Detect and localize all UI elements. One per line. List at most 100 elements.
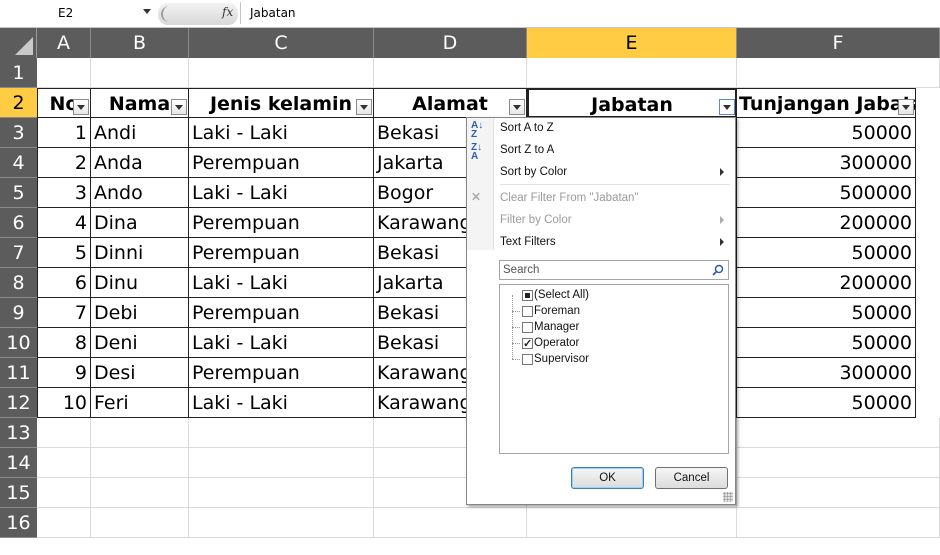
formula-handle-icon[interactable] [161, 6, 171, 22]
checkbox-icon[interactable] [522, 354, 533, 365]
filter-option-supervisor[interactable]: Supervisor [522, 351, 589, 367]
cell-tunj[interactable]: 300000 [737, 148, 916, 178]
checkbox-partial-icon[interactable] [522, 290, 533, 301]
cell-nama[interactable]: Dinu [91, 268, 189, 298]
empty-cell[interactable] [737, 418, 940, 448]
row-header[interactable]: 16 [0, 508, 37, 538]
row-header[interactable]: 1 [0, 58, 37, 88]
row-header[interactable]: 4 [0, 148, 37, 178]
empty-cell[interactable] [37, 58, 91, 88]
cell-nama[interactable]: Anda [91, 148, 189, 178]
cell-jenis[interactable]: Perempuan [189, 208, 374, 238]
row-header[interactable]: 15 [0, 478, 37, 508]
row-header[interactable]: 12 [0, 388, 37, 418]
cell-nama[interactable]: Debi [91, 298, 189, 328]
header-cell-jabatan[interactable]: Jabatan [527, 88, 737, 118]
filter-option-operator[interactable]: Operator [522, 335, 579, 352]
cell-tunj[interactable]: 50000 [737, 118, 916, 148]
filter-dropdown-nama-icon[interactable] [171, 99, 187, 115]
cell-no[interactable]: 10 [37, 388, 91, 418]
empty-cell[interactable] [374, 58, 527, 88]
cell-tunj[interactable]: 500000 [737, 178, 916, 208]
menu-sort-a-z[interactable]: Sort A to Z [500, 119, 730, 137]
cell-nama[interactable]: Ando [91, 178, 189, 208]
cell-jenis[interactable]: Laki - Laki [189, 328, 374, 358]
row-header[interactable]: 2 [0, 88, 37, 118]
name-box-dropdown-icon[interactable] [143, 9, 151, 14]
filter-dropdown-alamat-icon[interactable] [509, 99, 525, 115]
formula-input[interactable]: Jabatan [240, 2, 940, 24]
empty-cell[interactable] [189, 508, 374, 538]
cell-no[interactable]: 2 [37, 148, 91, 178]
cell-no[interactable]: 9 [37, 358, 91, 388]
menu-sort-z-a[interactable]: Sort Z to A [500, 141, 730, 159]
empty-cell[interactable] [91, 418, 189, 448]
row-header[interactable]: 14 [0, 448, 37, 478]
empty-cell[interactable] [189, 58, 374, 88]
cell-tunj[interactable]: 50000 [737, 238, 916, 268]
row-header[interactable]: 9 [0, 298, 37, 328]
resize-grip-icon[interactable] [723, 492, 733, 502]
column-header-c[interactable]: C [189, 28, 374, 58]
cell-jenis[interactable]: Perempuan [189, 298, 374, 328]
cell-nama[interactable]: Andi [91, 118, 189, 148]
menu-text-filters[interactable]: Text Filters [500, 233, 730, 251]
row-header[interactable]: 3 [0, 118, 37, 148]
row-header[interactable]: 7 [0, 238, 37, 268]
empty-cell[interactable] [737, 508, 940, 538]
cancel-button[interactable]: Cancel [655, 467, 728, 489]
cell-jenis[interactable]: Perempuan [189, 358, 374, 388]
empty-cell[interactable] [737, 478, 940, 508]
cell-tunj[interactable]: 50000 [737, 328, 916, 358]
cell-nama[interactable]: Deni [91, 328, 189, 358]
cell-jenis[interactable]: Laki - Laki [189, 388, 374, 418]
empty-cell[interactable] [737, 58, 940, 88]
cell-jenis[interactable]: Laki - Laki [189, 268, 374, 298]
header-cell-alamat[interactable]: Alamat [374, 88, 527, 118]
cell-tunj[interactable]: 200000 [737, 268, 916, 298]
checkbox-checked-icon[interactable] [522, 336, 533, 352]
empty-cell[interactable] [737, 448, 940, 478]
cell-nama[interactable]: Dinni [91, 238, 189, 268]
cell-tunj[interactable]: 50000 [737, 298, 916, 328]
column-header-b[interactable]: B [91, 28, 189, 58]
ok-button[interactable]: OK [571, 467, 644, 489]
empty-cell[interactable] [37, 508, 91, 538]
column-header-e[interactable]: E [527, 28, 737, 58]
row-header[interactable]: 8 [0, 268, 37, 298]
column-header-f[interactable]: F [737, 28, 940, 58]
row-header[interactable]: 13 [0, 418, 37, 448]
filter-values-list[interactable]: (Select All) Foreman Manager Operator Su… [499, 284, 729, 454]
cell-nama[interactable]: Dina [91, 208, 189, 238]
empty-cell[interactable] [91, 58, 189, 88]
row-header[interactable]: 5 [0, 178, 37, 208]
select-all-corner[interactable] [0, 28, 37, 58]
empty-cell[interactable] [91, 448, 189, 478]
empty-cell[interactable] [527, 508, 737, 538]
cell-no[interactable]: 7 [37, 298, 91, 328]
filter-dropdown-jenis-icon[interactable] [356, 99, 372, 115]
checkbox-icon[interactable] [522, 322, 533, 333]
filter-option-select-all[interactable]: (Select All) [522, 287, 589, 303]
empty-cell[interactable] [37, 448, 91, 478]
cell-no[interactable]: 5 [37, 238, 91, 268]
filter-option-manager[interactable]: Manager [522, 319, 579, 335]
cell-tunj[interactable]: 300000 [737, 358, 916, 388]
menu-sort-by-color[interactable]: Sort by Color [500, 163, 730, 181]
cell-tunj[interactable]: 50000 [737, 388, 916, 418]
cell-no[interactable]: 4 [37, 208, 91, 238]
empty-cell[interactable] [37, 418, 91, 448]
empty-cell[interactable] [37, 478, 91, 508]
column-header-a[interactable]: A [37, 28, 91, 58]
checkbox-icon[interactable] [522, 306, 533, 317]
insert-function-icon[interactable]: fx [222, 5, 233, 19]
row-header[interactable]: 11 [0, 358, 37, 388]
cell-no[interactable]: 1 [37, 118, 91, 148]
empty-cell[interactable] [91, 508, 189, 538]
filter-option-foreman[interactable]: Foreman [522, 303, 580, 319]
cell-jenis[interactable]: Perempuan [189, 238, 374, 268]
empty-cell[interactable] [189, 478, 374, 508]
cell-tunj[interactable]: 200000 [737, 208, 916, 238]
empty-cell[interactable] [527, 58, 737, 88]
row-header[interactable]: 6 [0, 208, 37, 238]
